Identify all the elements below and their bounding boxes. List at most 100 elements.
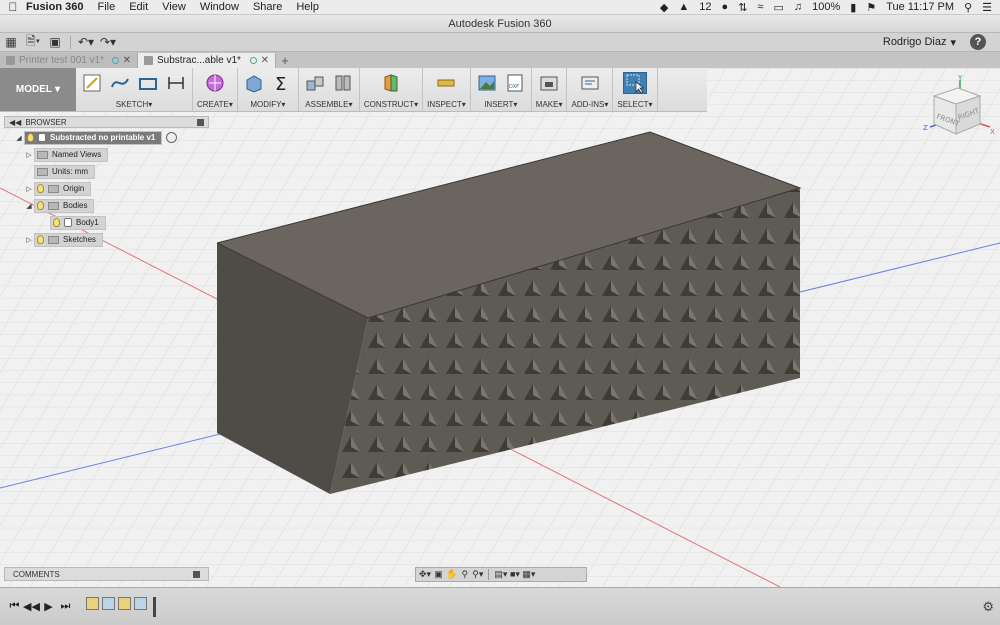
browser-item-bodies[interactable]: ◢ Bodies xyxy=(24,198,209,213)
joint-icon[interactable] xyxy=(331,72,355,94)
browser-pill[interactable]: Units: mm xyxy=(34,164,95,179)
search-icon[interactable]: ⚲ xyxy=(964,1,972,14)
browser-pill[interactable]: Body1 xyxy=(50,215,106,230)
zoom-icon[interactable]: ⚲ xyxy=(459,569,470,580)
wifi-icon[interactable]: ≈ xyxy=(757,1,763,13)
insert-dxf-icon[interactable]: DXF xyxy=(503,72,527,94)
list-icon[interactable]: ☰ xyxy=(982,1,992,14)
browser-header[interactable]: ◀◀ BROWSER xyxy=(4,116,209,128)
timeline-marker[interactable] xyxy=(153,596,161,617)
display-settings-icon[interactable]: ▤▾ xyxy=(494,569,507,580)
select-cursor-icon[interactable] xyxy=(622,72,647,94)
fit-icon[interactable]: ⚲▾ xyxy=(472,569,483,580)
new-tab-icon[interactable]: + xyxy=(276,53,294,68)
panel-pin-icon[interactable] xyxy=(197,118,204,126)
toolbar-group-add-ins[interactable]: ADD-INS▾ xyxy=(567,68,614,111)
save-icon[interactable]: ▣ xyxy=(44,34,66,51)
user-menu[interactable]: Rodrigo Diaz ▾ xyxy=(883,36,956,49)
file-menu-icon[interactable]: 🗎▾ xyxy=(22,34,44,51)
expanded-triangle-icon[interactable]: ◢ xyxy=(24,202,34,210)
collapsed-triangle-icon[interactable]: ▷ xyxy=(24,151,34,159)
undo-icon[interactable]: ↶▾ xyxy=(75,34,97,51)
data-panel-grid-icon[interactable]: ▦ xyxy=(0,34,22,51)
flag-icon[interactable]: ⚑ xyxy=(866,1,876,14)
activate-radio-icon[interactable] xyxy=(166,132,178,143)
offset-plane-icon[interactable] xyxy=(379,72,403,94)
toolbar-group-modify[interactable]: Σ MODIFY▾ xyxy=(238,68,299,111)
menu-edit[interactable]: Edit xyxy=(129,1,148,13)
bluetooth-icon[interactable]: ⇅ xyxy=(738,1,747,14)
new-component-icon[interactable] xyxy=(303,72,327,94)
toolbar-group-sketch[interactable]: SKETCH▾ xyxy=(76,68,193,111)
go-to-end-icon[interactable]: ⏭ xyxy=(57,598,74,615)
collapsed-triangle-icon[interactable]: ▷ xyxy=(24,236,34,244)
toolbar-group-select[interactable]: SELECT▾ xyxy=(613,68,658,111)
menu-file[interactable]: File xyxy=(97,1,115,13)
browser-item-origin[interactable]: ▷ Origin xyxy=(24,181,209,196)
3d-print-icon[interactable] xyxy=(537,72,561,94)
play-icon[interactable]: ▶ xyxy=(40,598,57,615)
menu-share[interactable]: Share xyxy=(253,1,282,13)
view-cube[interactable]: FRONT RIGHT Y Z X xyxy=(920,72,1000,152)
browser-root-pill[interactable]: Substracted no printable v1 xyxy=(24,130,163,145)
grid-settings-icon[interactable]: ▦▾ xyxy=(522,569,535,580)
close-icon[interactable]: ✕ xyxy=(123,55,131,66)
tab-printer-test[interactable]: Printer test 001 v1* ✕ xyxy=(0,53,138,68)
press-pull-icon[interactable] xyxy=(242,72,266,94)
browser-item-named-views[interactable]: ▷ Named Views xyxy=(24,147,209,162)
workspace-switcher[interactable]: MODEL ▾ xyxy=(0,68,76,111)
insert-image-icon[interactable] xyxy=(475,72,499,94)
timeline-feature-extrude[interactable] xyxy=(102,596,115,610)
comments-panel[interactable]: COMMENTS xyxy=(4,567,209,581)
browser-item-body1[interactable]: Body1 xyxy=(50,215,209,230)
visibility-bulb-icon[interactable] xyxy=(37,235,44,244)
go-to-start-icon[interactable]: ⏮ xyxy=(6,598,23,615)
menu-window[interactable]: Window xyxy=(200,1,239,13)
visual-style-icon[interactable]: ■▾ xyxy=(509,569,520,580)
visibility-bulb-icon[interactable] xyxy=(37,201,44,210)
clock[interactable]: Tue 11:17 PM xyxy=(886,1,954,13)
browser-pill[interactable]: Named Views xyxy=(34,147,109,162)
dropbox-icon[interactable]: ◆ xyxy=(660,1,668,14)
browser-item-sketches[interactable]: ▷ Sketches xyxy=(24,232,209,247)
look-at-icon[interactable]: ▣ xyxy=(433,569,444,580)
sigma-icon[interactable]: Σ xyxy=(270,72,294,94)
tab-substracted[interactable]: Substrac...able v1* ✕ xyxy=(138,53,276,68)
toolbar-group-inspect[interactable]: INSPECT▾ xyxy=(423,68,471,111)
browser-pill[interactable]: Sketches xyxy=(34,232,103,247)
step-back-icon[interactable]: ◀◀ xyxy=(23,598,40,615)
timeline-feature-sketch[interactable] xyxy=(118,596,131,610)
gear-icon[interactable]: ⚙ xyxy=(982,599,994,615)
visibility-bulb-icon[interactable] xyxy=(27,133,34,142)
adobe-icon[interactable]: ▲ xyxy=(678,1,689,13)
toolbar-group-make[interactable]: MAKE▾ xyxy=(532,68,568,111)
add-comment-icon[interactable] xyxy=(193,570,200,578)
visibility-bulb-icon[interactable] xyxy=(53,218,60,227)
toolbar-group-construct[interactable]: CONSTRUCT▾ xyxy=(360,68,424,111)
volume-icon[interactable]: ♫ xyxy=(794,1,802,13)
battery-level[interactable]: 100% xyxy=(812,1,840,13)
timeline-feature-extrude[interactable] xyxy=(134,596,147,610)
dimension-icon[interactable] xyxy=(164,72,188,94)
help-icon[interactable]: ? xyxy=(970,34,986,50)
visibility-bulb-icon[interactable] xyxy=(37,184,44,193)
create-form-icon[interactable] xyxy=(203,72,227,94)
browser-item-units[interactable]: Units: mm xyxy=(34,164,209,179)
collapsed-triangle-icon[interactable]: ▷ xyxy=(24,185,34,193)
browser-item-root[interactable]: ◢ Substracted no printable v1 xyxy=(14,130,209,145)
pan-icon[interactable]: ✋ xyxy=(446,569,457,580)
menu-help[interactable]: Help xyxy=(296,1,319,13)
airplay-icon[interactable]: ▭ xyxy=(773,1,783,14)
expanded-triangle-icon[interactable]: ◢ xyxy=(14,134,24,142)
spline-icon[interactable] xyxy=(108,72,132,94)
collapse-icon[interactable]: ◀◀ xyxy=(9,118,21,127)
rectangle-icon[interactable] xyxy=(136,72,160,94)
app-menu[interactable]: Fusion 360 xyxy=(26,1,83,13)
globe-icon[interactable]: ● xyxy=(722,1,729,13)
create-sketch-icon[interactable] xyxy=(80,72,104,94)
browser-pill[interactable]: Origin xyxy=(34,181,92,196)
redo-icon[interactable]: ↷▾ xyxy=(97,34,119,51)
scripts-icon[interactable] xyxy=(578,72,602,94)
measure-icon[interactable] xyxy=(434,72,458,94)
menu-view[interactable]: View xyxy=(162,1,186,13)
